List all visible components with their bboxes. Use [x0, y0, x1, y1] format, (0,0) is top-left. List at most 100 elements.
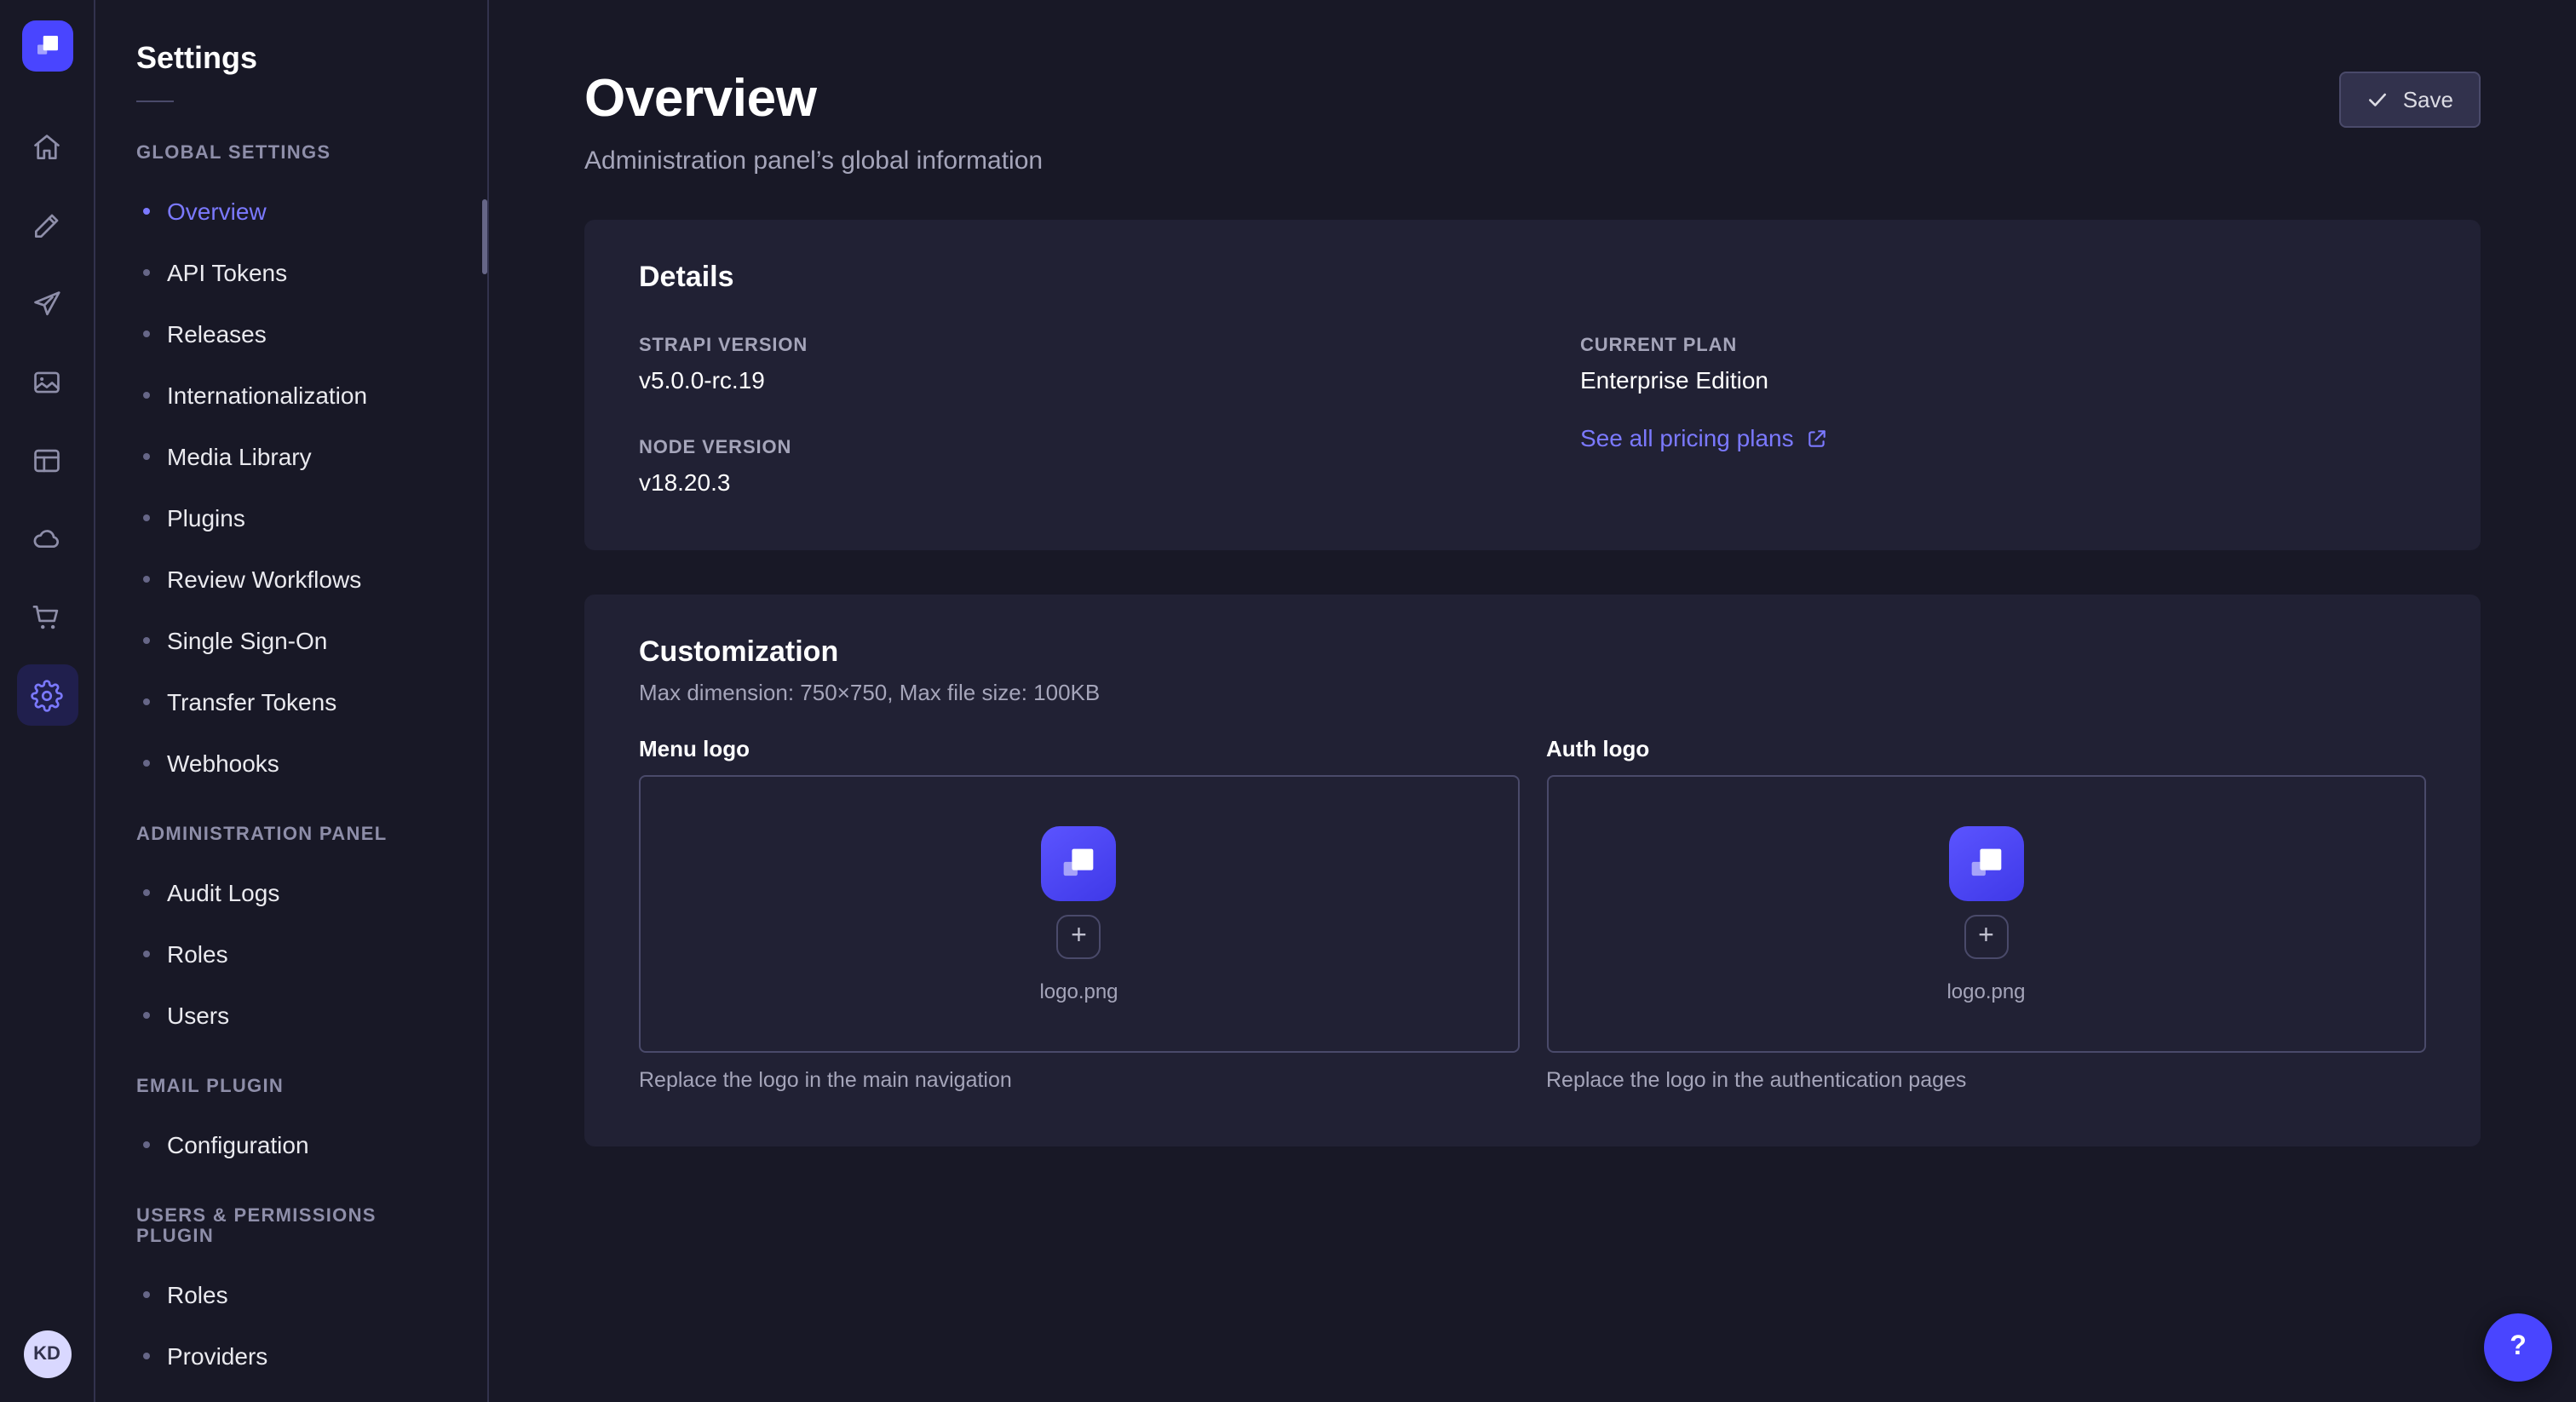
field-value: v18.20.3 — [639, 468, 1485, 496]
sidebar-item-label: Transfer Tokens — [167, 688, 336, 715]
strapi-mark-icon — [32, 31, 62, 61]
section-label: ADMINISTRATION PANEL — [95, 825, 487, 845]
auth-logo-label: Auth logo — [1546, 736, 2426, 761]
sidebar-item-label: API Tokens — [167, 259, 287, 286]
question-mark-icon: ? — [2510, 1332, 2527, 1363]
page-header-text: Overview Administration panel’s global i… — [584, 68, 1043, 175]
strapi-mark-icon — [1964, 841, 2009, 885]
bullet-dot — [143, 330, 150, 337]
subnav-title: Settings — [136, 41, 446, 77]
details-card: Details STRAPI VERSION v5.0.0-rc.19 NODE… — [584, 220, 2481, 550]
pricing-plans-link-label: See all pricing plans — [1580, 424, 1794, 451]
sidebar-item-up-providers[interactable]: Providers — [95, 1325, 487, 1387]
auth-logo-preview — [1949, 825, 2024, 900]
details-column-left: STRAPI VERSION v5.0.0-rc.19 NODE VERSION… — [639, 336, 1485, 496]
cloud-icon[interactable] — [16, 508, 78, 569]
sidebar-item-internationalization[interactable]: Internationalization — [95, 365, 487, 426]
scrollbar-thumb[interactable] — [482, 199, 487, 274]
bullet-dot — [143, 514, 150, 521]
settings-icon[interactable] — [16, 664, 78, 726]
page-subtitle: Administration panel’s global informatio… — [584, 147, 1043, 175]
sidebar-item-media-library[interactable]: Media Library — [95, 426, 487, 487]
subnav-header: Settings — [95, 0, 487, 102]
sidebar-item-review-workflows[interactable]: Review Workflows — [95, 549, 487, 610]
logo-upload-grid: Menu logo + logo.png Replace the logo in… — [639, 736, 2426, 1092]
bullet-dot — [143, 951, 150, 957]
strapi-version-field: STRAPI VERSION v5.0.0-rc.19 — [639, 336, 1485, 394]
current-plan-field: CURRENT PLAN Enterprise Edition — [1580, 336, 2426, 394]
page: KD Settings GLOBAL SETTINGS Overview API… — [0, 0, 2576, 1402]
sidebar-item-label: Plugins — [167, 504, 245, 531]
pricing-plans-link[interactable]: See all pricing plans — [1580, 424, 1828, 451]
bullet-dot — [143, 637, 150, 644]
subnav-divider — [136, 101, 174, 102]
nav-section-email-plugin: EMAIL PLUGIN Configuration — [95, 1077, 487, 1175]
details-column-right: CURRENT PLAN Enterprise Edition See all … — [1580, 336, 2426, 496]
bullet-dot — [143, 1012, 150, 1019]
sidebar-item-label: Users — [167, 1002, 229, 1029]
auth-logo-dropzone[interactable]: + logo.png — [1546, 775, 2426, 1053]
page-title: Overview — [584, 68, 1043, 129]
section-label: USERS & PERMISSIONS PLUGIN — [95, 1206, 487, 1247]
bullet-dot — [143, 698, 150, 705]
sidebar-item-label: Roles — [167, 940, 228, 968]
menu-logo-caption: Replace the logo in the main navigation — [639, 1068, 1519, 1092]
field-label: CURRENT PLAN — [1580, 336, 2426, 356]
sidebar-item-label: Releases — [167, 320, 267, 348]
sidebar-item-releases[interactable]: Releases — [95, 303, 487, 365]
sidebar-item-label: Roles — [167, 1281, 228, 1308]
sidebar-item-label: Internationalization — [167, 382, 367, 409]
customization-card: Customization Max dimension: 750×750, Ma… — [584, 595, 2481, 1146]
releases-icon[interactable] — [16, 273, 78, 334]
marketplace-icon[interactable] — [16, 586, 78, 647]
user-avatar[interactable]: KD — [23, 1330, 71, 1378]
sidebar-item-api-tokens[interactable]: API Tokens — [95, 242, 487, 303]
bullet-dot — [143, 889, 150, 896]
menu-logo-add-button[interactable]: + — [1057, 914, 1101, 958]
sidebar-item-admin-roles[interactable]: Roles — [95, 923, 487, 985]
external-link-icon — [1806, 427, 1828, 449]
save-button[interactable]: Save — [2340, 72, 2481, 128]
media-library-icon[interactable] — [16, 351, 78, 412]
sidebar-item-webhooks[interactable]: Webhooks — [95, 733, 487, 794]
customization-card-title: Customization — [639, 635, 2426, 669]
sidebar-item-transfer-tokens[interactable]: Transfer Tokens — [95, 671, 487, 733]
main-content: Overview Administration panel’s global i… — [489, 0, 2576, 1402]
bullet-dot — [143, 1353, 150, 1359]
bullet-dot — [143, 1291, 150, 1298]
home-icon[interactable] — [16, 116, 78, 177]
menu-logo-label: Menu logo — [639, 736, 1519, 761]
sidebar-item-overview[interactable]: Overview — [95, 181, 487, 242]
sidebar-item-label: Audit Logs — [167, 879, 279, 906]
nav-section-administration-panel: ADMINISTRATION PANEL Audit Logs Roles Us… — [95, 825, 487, 1046]
page-header: Overview Administration panel’s global i… — [584, 68, 2481, 175]
nav-section-global-settings: GLOBAL SETTINGS Overview API Tokens Rele… — [95, 143, 487, 794]
sidebar-item-admin-users[interactable]: Users — [95, 985, 487, 1046]
field-label: NODE VERSION — [639, 438, 1485, 458]
help-button[interactable]: ? — [2484, 1313, 2552, 1382]
sidebar-item-label: Overview — [167, 198, 267, 225]
content-type-builder-icon[interactable] — [16, 194, 78, 256]
content-manager-icon[interactable] — [16, 429, 78, 491]
strapi-logo[interactable] — [21, 20, 72, 72]
field-label: STRAPI VERSION — [639, 336, 1485, 356]
sidebar-item-label: Webhooks — [167, 750, 279, 777]
sidebar-item-label: Review Workflows — [167, 566, 361, 593]
field-value: v5.0.0-rc.19 — [639, 366, 1485, 394]
sidebar-item-label: Configuration — [167, 1131, 309, 1158]
strapi-mark-icon — [1057, 841, 1101, 885]
auth-logo-tile: Auth logo + logo.png Replace the logo in… — [1546, 736, 2426, 1092]
app-frame: KD Settings GLOBAL SETTINGS Overview API… — [0, 0, 2576, 1402]
sidebar-item-label: Single Sign-On — [167, 627, 327, 654]
auth-logo-add-button[interactable]: + — [1964, 914, 2009, 958]
menu-logo-dropzone[interactable]: + logo.png — [639, 775, 1519, 1053]
sidebar-item-label: Media Library — [167, 443, 312, 470]
auth-logo-filename: logo.png — [1946, 979, 2025, 1003]
bullet-dot — [143, 1141, 150, 1148]
sidebar-item-audit-logs[interactable]: Audit Logs — [95, 862, 487, 923]
sidebar-item-single-sign-on[interactable]: Single Sign-On — [95, 610, 487, 671]
sidebar-item-up-roles[interactable]: Roles — [95, 1264, 487, 1325]
sidebar-item-plugins[interactable]: Plugins — [95, 487, 487, 549]
main-nav-rail: KD — [0, 0, 95, 1402]
sidebar-item-email-configuration[interactable]: Configuration — [95, 1114, 487, 1175]
